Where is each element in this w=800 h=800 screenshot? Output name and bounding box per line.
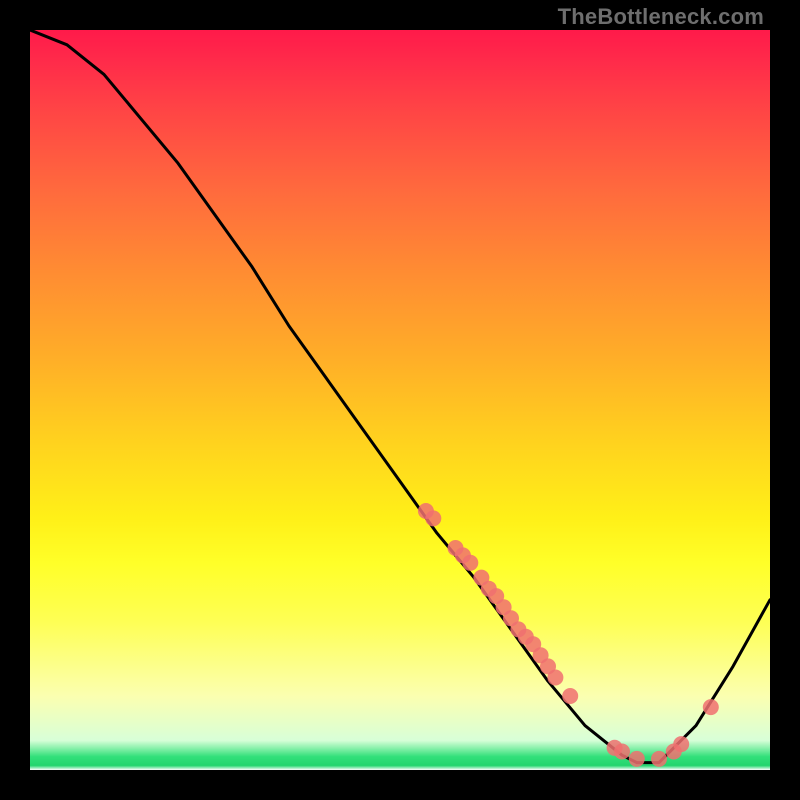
data-marker — [629, 751, 645, 767]
curve-line — [30, 30, 770, 763]
chart-frame: TheBottleneck.com — [0, 0, 800, 800]
data-marker — [651, 751, 667, 767]
plot-area — [30, 30, 770, 770]
data-marker — [614, 744, 630, 760]
data-marker — [562, 688, 578, 704]
data-marker — [425, 510, 441, 526]
chart-svg — [30, 30, 770, 770]
data-marker — [673, 736, 689, 752]
data-marker — [703, 699, 719, 715]
data-marker — [462, 555, 478, 571]
watermark-text: TheBottleneck.com — [558, 4, 764, 30]
data-marker — [547, 670, 563, 686]
